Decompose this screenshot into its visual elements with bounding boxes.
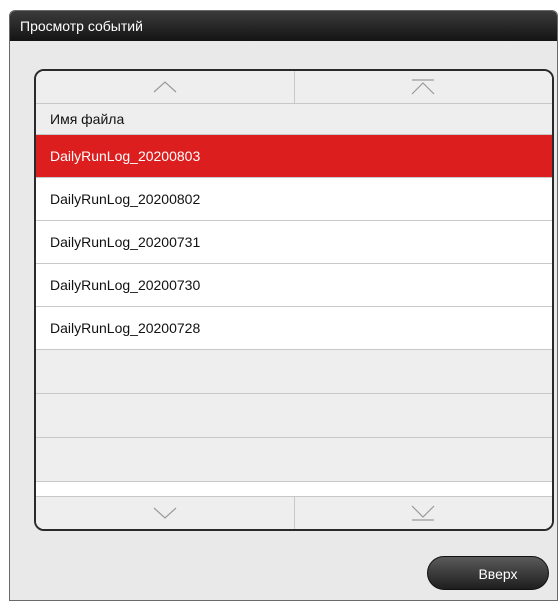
table-row[interactable]: DailyRunLog_20200730	[36, 264, 552, 307]
table-row[interactable]: DailyRunLog_20200803	[36, 135, 552, 178]
file-name: DailyRunLog_20200803	[50, 148, 201, 164]
empty-row	[36, 394, 552, 438]
file-name: DailyRunLog_20200802	[50, 191, 201, 207]
event-viewer-dialog: Просмотр событий Имя файла DailyRunLog_2…	[9, 10, 558, 601]
file-name: DailyRunLog_20200730	[50, 277, 201, 293]
table-row[interactable]: DailyRunLog_20200728	[36, 307, 552, 350]
table-row[interactable]: DailyRunLog_20200731	[36, 221, 552, 264]
scroll-down-button[interactable]	[36, 497, 294, 529]
empty-row	[36, 350, 552, 394]
chevron-down-icon	[153, 507, 177, 519]
scroll-to-bottom-icon	[411, 505, 435, 521]
file-list: DailyRunLog_20200803 DailyRunLog_20200802…	[36, 135, 552, 482]
dialog-title: Просмотр событий	[10, 11, 557, 41]
file-list-panel: Имя файла DailyRunLog_20200803 DailyRunLo…	[34, 69, 554, 531]
scroll-to-top-icon	[411, 79, 435, 95]
file-name: DailyRunLog_20200731	[50, 234, 201, 250]
table-row[interactable]: DailyRunLog_20200802	[36, 178, 552, 221]
scroll-up-button[interactable]	[36, 71, 294, 103]
file-name: DailyRunLog_20200728	[50, 320, 201, 336]
empty-row	[36, 438, 552, 482]
scroll-controls-top	[36, 71, 552, 104]
chevron-up-icon	[153, 81, 177, 93]
scroll-controls-bottom	[36, 496, 552, 529]
scroll-to-top-button[interactable]	[293, 71, 553, 103]
up-button[interactable]: Вверх	[427, 556, 549, 590]
scroll-to-bottom-button[interactable]	[293, 497, 553, 529]
column-header-filename[interactable]: Имя файла	[36, 104, 552, 135]
